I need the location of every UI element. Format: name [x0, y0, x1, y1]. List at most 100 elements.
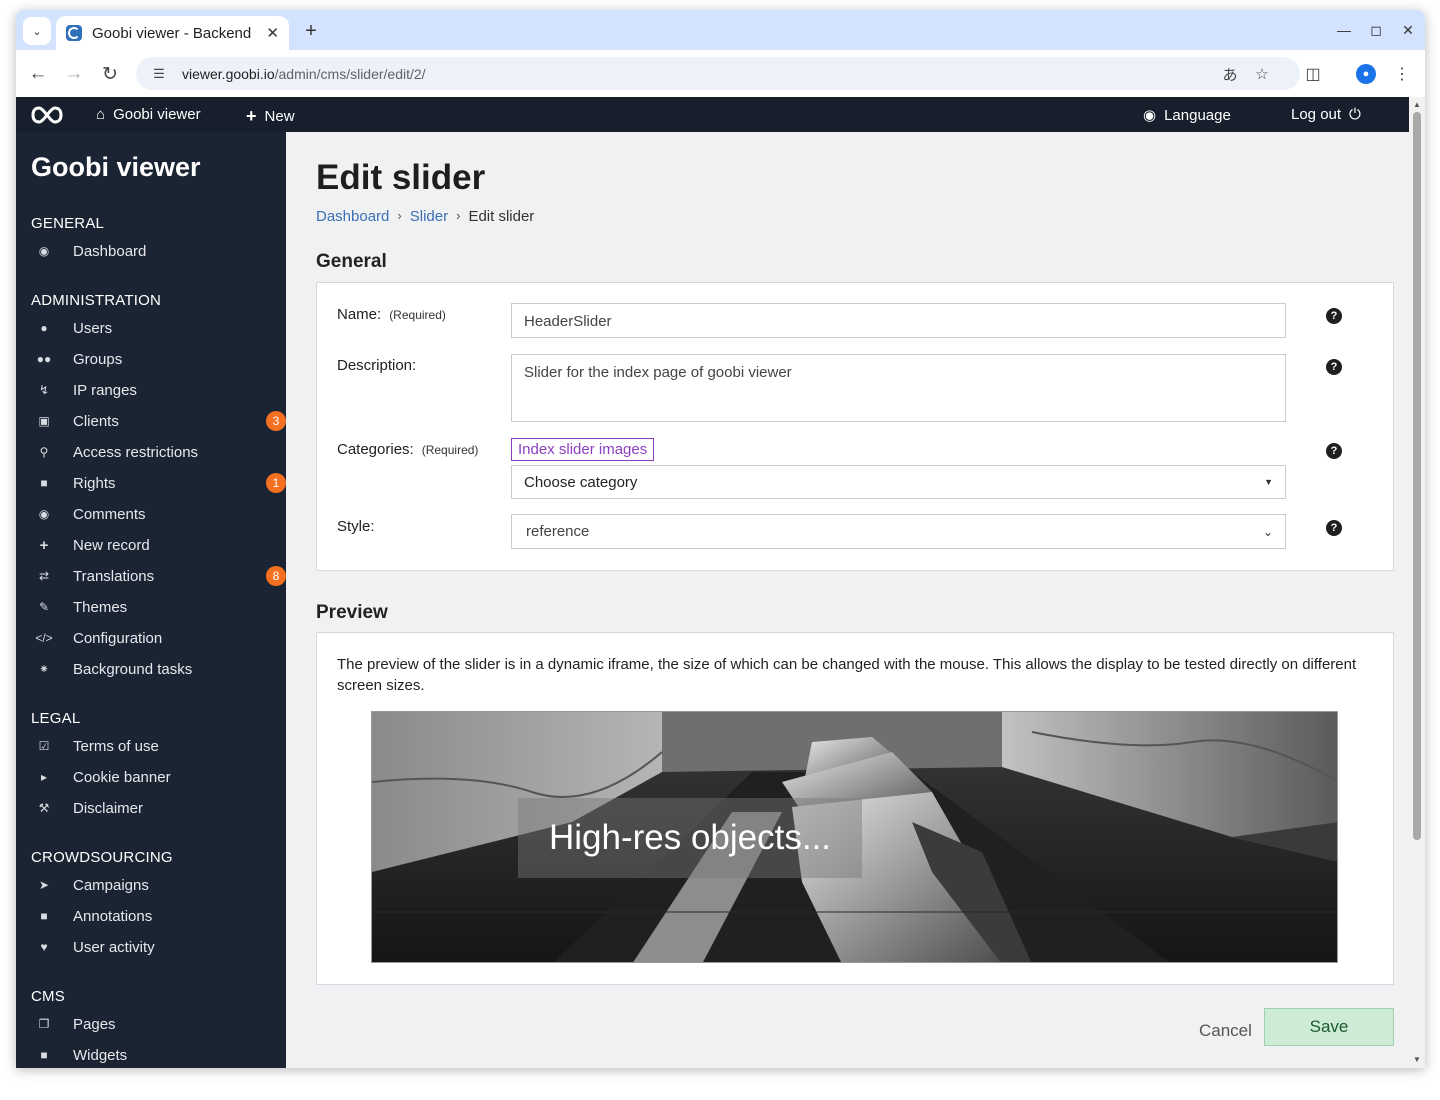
- page-title: Edit slider: [316, 158, 486, 197]
- translate-icon[interactable]: あ: [1219, 63, 1241, 85]
- style-select-value: reference: [526, 523, 590, 540]
- key-icon: ⚲: [39, 445, 49, 459]
- new-menu[interactable]: + New: [246, 106, 295, 127]
- slider-preview-iframe[interactable]: High-res objects...: [371, 711, 1338, 963]
- forward-icon[interactable]: →: [62, 62, 86, 86]
- power-icon: ⏻: [1349, 106, 1361, 123]
- maximize-icon[interactable]: ◻: [1364, 18, 1388, 42]
- style-label: Style:: [337, 518, 375, 535]
- chevron-down-icon: ⌄: [1262, 524, 1273, 539]
- sidebar-item-pages[interactable]: ❐ Pages: [31, 1011, 271, 1037]
- brush-icon: ✎: [38, 600, 50, 614]
- style-help-icon[interactable]: ?: [1326, 520, 1342, 536]
- close-tab-icon[interactable]: ✕: [266, 24, 279, 42]
- exchange-icon: ⇄: [38, 569, 50, 583]
- comments-icon: ◉: [38, 507, 50, 521]
- sidebar-item-configuration[interactable]: </> Configuration: [31, 625, 271, 651]
- style-select[interactable]: reference ⌄: [511, 514, 1286, 549]
- preview-description: The preview of the slider is in a dynami…: [337, 656, 1357, 694]
- language-label: Language: [1164, 106, 1231, 124]
- name-help-icon[interactable]: ?: [1326, 308, 1342, 324]
- back-icon[interactable]: ←: [26, 62, 50, 86]
- sidebar-item-disclaimer[interactable]: ⚒ Disclaimer: [31, 795, 271, 821]
- scroll-up-icon[interactable]: ▲: [1413, 100, 1421, 109]
- sidebar-item-user-activity[interactable]: ♥ User activity: [31, 934, 271, 960]
- description-textarea[interactable]: Slider for the index page of goobi viewe…: [511, 354, 1286, 422]
- tab-title: Goobi viewer - Backend: [92, 24, 252, 42]
- plus-icon: +: [246, 106, 257, 126]
- new-tab-icon[interactable]: +: [298, 18, 324, 44]
- code-icon: </>: [35, 631, 53, 645]
- page-viewport: ⌂ Goobi viewer + New ◉ Language Log out …: [16, 97, 1425, 1068]
- categories-help-icon[interactable]: ?: [1326, 443, 1342, 459]
- general-panel: Name: (Required) HeaderSlider ? Descripti…: [316, 282, 1394, 571]
- sidebar-item-annotations[interactable]: ■ Annotations: [31, 903, 271, 929]
- address-bar[interactable]: ☰ viewer.goobi.io/admin/cms/slider/edit/…: [136, 57, 1300, 90]
- sidebar-item-users[interactable]: ● Users: [31, 315, 271, 341]
- sidebar-item-themes[interactable]: ✎ Themes: [31, 594, 271, 620]
- profile-icon[interactable]: ●: [1354, 62, 1378, 86]
- breadcrumb-slider[interactable]: Slider: [410, 208, 448, 225]
- cancel-button[interactable]: Cancel: [1199, 1021, 1252, 1041]
- active-tab[interactable]: Goobi viewer - Backend ✕: [56, 16, 289, 50]
- minimize-icon[interactable]: —: [1332, 18, 1356, 42]
- language-menu[interactable]: ◉ Language: [1143, 106, 1231, 125]
- save-button[interactable]: Save: [1264, 1008, 1394, 1046]
- url-text: viewer.goobi.io/admin/cms/slider/edit/2/: [182, 65, 426, 82]
- sidebar-item-cookie-banner[interactable]: ▸ Cookie banner: [31, 764, 271, 790]
- new-label: New: [264, 108, 295, 125]
- heartbeat-icon: ♥: [40, 940, 48, 954]
- tab-search-icon[interactable]: ⌄: [23, 17, 51, 45]
- pages-icon: ❐: [38, 1017, 50, 1031]
- logout-link[interactable]: Log out ⏻: [1291, 106, 1361, 123]
- category-select[interactable]: Choose category ▼: [511, 465, 1286, 499]
- bookmark-star-icon[interactable]: ☆: [1251, 63, 1273, 85]
- dashboard-icon: ◉: [38, 244, 50, 258]
- sidebar-item-new-record[interactable]: + New record: [31, 532, 271, 558]
- scroll-down-icon[interactable]: ▼: [1413, 1055, 1421, 1064]
- sidebar-item-terms-of-use[interactable]: ☑ Terms of use: [31, 733, 271, 759]
- sidebar-item-translations[interactable]: ⇄ Translations 8: [31, 563, 286, 589]
- preview-section-title: Preview: [316, 602, 388, 623]
- home-label: Goobi viewer: [113, 106, 201, 123]
- chevron-right-icon: ›: [456, 208, 461, 223]
- menu-kebab-icon[interactable]: ⋮: [1390, 62, 1414, 86]
- section-general: GENERAL: [31, 215, 105, 232]
- goobi-favicon-icon: [66, 25, 82, 41]
- extensions-icon[interactable]: ◫: [1301, 62, 1325, 86]
- lock-icon: ■: [40, 476, 48, 490]
- logout-label: Log out: [1291, 106, 1342, 123]
- category-tag[interactable]: Index slider images: [511, 438, 655, 461]
- infinity-logo-icon[interactable]: [31, 106, 63, 124]
- caret-down-icon: ▼: [1264, 477, 1273, 487]
- rights-badge: 1: [266, 473, 286, 493]
- sidebar-item-clients[interactable]: ▣ Clients 3: [31, 408, 286, 434]
- description-help-icon[interactable]: ?: [1326, 359, 1342, 375]
- user-icon: ●: [40, 321, 48, 335]
- rocket-icon: ➤: [38, 878, 50, 892]
- name-input[interactable]: HeaderSlider: [511, 303, 1286, 338]
- spinner-icon: ⁕: [38, 662, 50, 676]
- sidebar-item-groups[interactable]: ●● Groups: [31, 346, 271, 372]
- breadcrumb-dashboard[interactable]: Dashboard: [316, 208, 389, 225]
- clients-badge: 3: [266, 411, 286, 431]
- section-administration: ADMINISTRATION: [31, 292, 162, 309]
- reload-icon[interactable]: ↻: [98, 62, 122, 86]
- site-info-icon[interactable]: ☰: [148, 63, 170, 85]
- category-select-value: Choose category: [524, 473, 638, 491]
- scrollbar-thumb[interactable]: [1413, 112, 1421, 840]
- sidebar-item-rights[interactable]: ■ Rights 1: [31, 470, 286, 496]
- sidebar-item-campaigns[interactable]: ➤ Campaigns: [31, 872, 271, 898]
- close-window-icon[interactable]: ✕: [1396, 18, 1420, 42]
- sidebar-item-dashboard[interactable]: ◉ Dashboard: [31, 238, 271, 264]
- browser-window: ⌄ Goobi viewer - Backend ✕ + — ◻ ✕ ← → ↻…: [16, 10, 1425, 1068]
- sidebar-item-access-restrictions[interactable]: ⚲ Access restrictions: [31, 439, 271, 465]
- sidebar-item-background-tasks[interactable]: ⁕ Background tasks: [31, 656, 271, 682]
- widget-icon: ■: [40, 1048, 48, 1062]
- sidebar-brand: Goobi viewer: [31, 152, 201, 182]
- home-link[interactable]: ⌂ Goobi viewer: [96, 106, 201, 123]
- sidebar-item-ip-ranges[interactable]: ↯ IP ranges: [31, 377, 271, 403]
- page-scrollbar[interactable]: ▲ ▼: [1409, 97, 1425, 1068]
- sidebar-item-comments[interactable]: ◉ Comments: [31, 501, 271, 527]
- sidebar-item-widgets[interactable]: ■ Widgets: [31, 1042, 271, 1068]
